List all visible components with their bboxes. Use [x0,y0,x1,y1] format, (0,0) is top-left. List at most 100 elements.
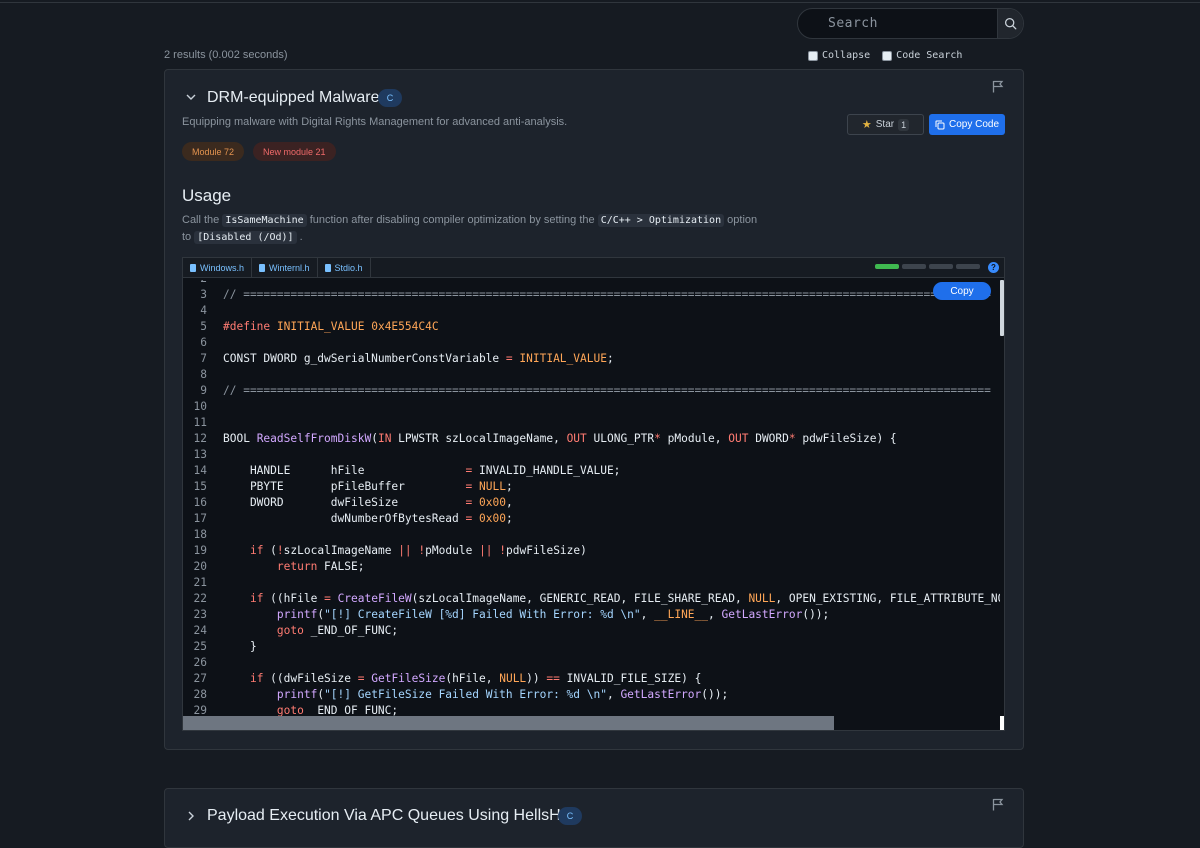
code-text: // =====================================… [223,288,991,301]
code-text: // =====================================… [223,384,991,397]
code-search-checkbox[interactable] [882,50,893,61]
chevron-right-icon [188,811,194,821]
code-text: PBYTE pFileBuffer = NULL; [223,480,513,493]
card-title[interactable]: DRM-equipped Malware [207,89,380,107]
line-number: 20 [193,560,207,573]
copy-icon [935,120,945,129]
code-text: dwNumberOfBytesRead = 0x00; [223,512,513,525]
code-line: 9 // ====================================… [183,383,991,399]
code-line: 23 printf("[!] CreateFileW [%d] Failed W… [183,607,830,623]
card-title[interactable]: Payload Execution Via APC Queues Using H… [207,807,577,825]
line-number: 22 [193,592,207,605]
search-bar [797,8,1024,39]
code-text: return FALSE; [276,560,365,573]
line-number: 7 [200,352,207,365]
line-number: 18 [193,528,207,541]
progress-segment [875,264,899,269]
line-number: 17 [193,512,207,525]
code-text: goto _END_OF_FUNC; [276,704,399,716]
copy-button[interactable]: Copy [933,282,991,300]
collapse-chevron[interactable] [185,91,197,103]
code-text: #define INITIAL_VALUE 0x4E554C4C [223,320,439,333]
code-line: 5 #define INITIAL_VALUE 0x4E554C4C [183,319,439,335]
report-button[interactable] [992,798,1004,816]
code-line: 25 } [183,639,257,655]
top-divider [0,0,1200,3]
scrollbar-corner [1000,716,1004,730]
module-tag[interactable]: Module 72 [182,142,245,161]
collapse-toggle[interactable]: Collapse [808,50,870,61]
line-number: 25 [193,640,207,653]
code-line: 24 goto _END_OF_FUNC; [183,623,399,639]
code-line: 7 CONST DWORD g_dwSerialNumberConstVariab… [183,351,613,367]
flag-icon [992,80,1004,93]
code-viewer: Windows.h Winternl.h Stdio.h ? 2 3 // ===… [182,257,1005,731]
code-line: 29 goto _END_OF_FUNC; [183,703,399,716]
expand-chevron[interactable] [185,810,197,822]
file-tab[interactable]: Stdio.h [318,258,371,278]
code-line: 20 return FALSE; [183,559,365,575]
code-line: 26 [183,655,223,671]
card-description: Equipping malware with Digital Rights Ma… [182,116,568,128]
code-line: 10 [183,399,223,415]
language-badge: C [378,89,402,107]
line-number: 6 [200,336,207,349]
code-text: printf("[!] GetFileSize Failed With Erro… [276,688,729,701]
code-line: 12 BOOL ReadSelfFromDiskW(IN LPWSTR szLoc… [183,431,897,447]
search-input[interactable] [798,9,997,38]
line-number: 23 [193,608,207,621]
usage-heading: Usage [182,186,232,205]
line-number: 4 [200,304,207,317]
file-icon [259,264,266,272]
flag-icon [992,798,1004,811]
line-number: 19 [193,544,207,557]
code-line: 11 [183,415,223,431]
usage-text: Call the IsSameMachine function after di… [182,214,758,244]
code-line: 8 [183,367,223,383]
help-icon[interactable]: ? [988,262,999,273]
copy-code-button[interactable]: Copy Code [929,114,1005,135]
code-line: 19 if (!szLocalImageName || !pModule || … [183,543,587,559]
code-area[interactable]: 2 3 // ==================================… [183,280,1000,716]
progress-segment [956,264,980,269]
search-icon [1004,17,1017,30]
inline-code: C/C++ > Optimization [597,214,725,227]
copy-code-label: Copy Code [948,119,1000,130]
star-label: Star [875,119,895,130]
code-line: 16 DWORD dwFileSize = 0x00, [183,495,513,511]
star-icon: ★ [861,119,872,131]
line-number: 28 [193,688,207,701]
line-number: 26 [193,656,207,669]
horizontal-scrollbar[interactable] [183,716,834,730]
star-button[interactable]: ★ Star 1 [847,114,924,135]
code-line: 14 HANDLE hFile = INVALID_HANDLE_VALUE; [183,463,621,479]
star-count: 1 [898,118,910,131]
code-search-toggle[interactable]: Code Search [882,50,962,61]
code-text: if ((hFile = CreateFileW(szLocalImageNam… [249,592,1000,605]
code-search-label: Code Search [896,50,963,61]
file-icon [324,264,331,272]
file-tab[interactable]: Winternl.h [252,258,318,278]
line-number: 27 [193,672,207,685]
report-button[interactable] [992,80,1004,98]
search-button[interactable] [997,9,1023,38]
code-line: 15 PBYTE pFileBuffer = NULL; [183,479,513,495]
line-number: 11 [193,416,207,429]
code-line: 22 if ((hFile = CreateFileW(szLocalImage… [183,591,1000,607]
code-text: if (!szLocalImageName || !pModule || !pd… [249,544,587,557]
vertical-scrollbar[interactable] [1000,280,1004,336]
code-text: HANDLE hFile = INVALID_HANDLE_VALUE; [223,464,621,477]
line-number: 16 [193,496,207,509]
collapse-label: Collapse [822,50,871,61]
code-text: } [223,640,257,653]
progress-segment [929,264,953,269]
code-line: 4 [183,303,223,319]
code-text: if ((dwFileSize = GetFileSize(hFile, NUL… [249,672,702,685]
inline-code: IsSameMachine [222,214,307,227]
collapse-checkbox[interactable] [808,50,818,61]
code-line: 13 [183,447,223,463]
line-number: 21 [193,576,207,589]
line-number: 8 [200,368,207,381]
new-module-tag[interactable]: New module 21 [253,142,336,161]
file-tab[interactable]: Windows.h [183,258,253,278]
